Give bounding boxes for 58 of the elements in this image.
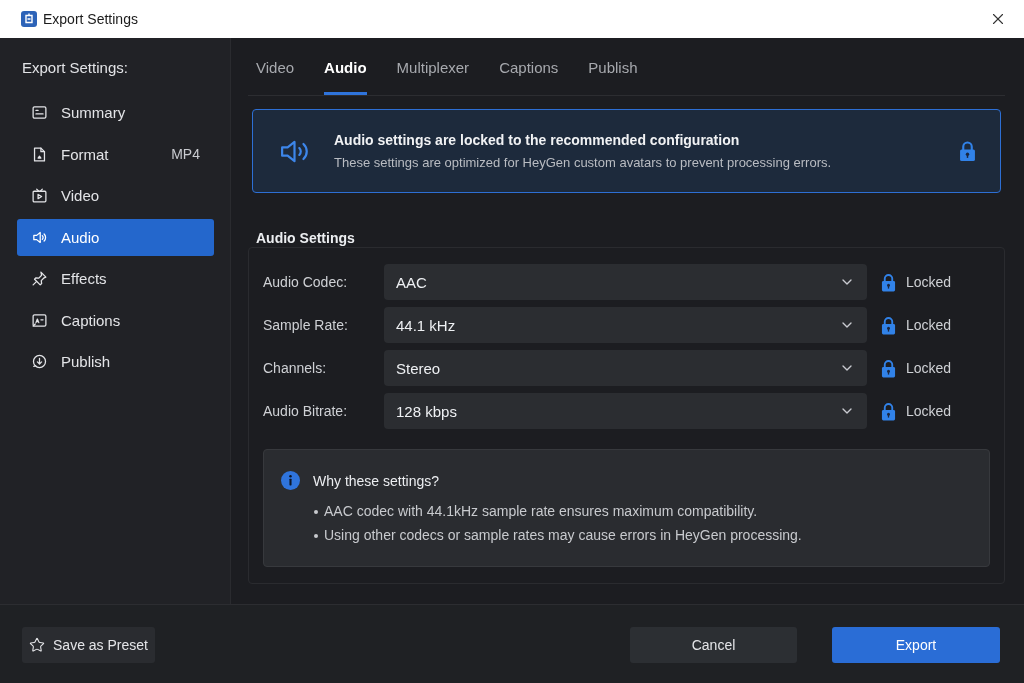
sidebar-item[interactable]: Format MP4: [17, 135, 214, 173]
status-text: Locked: [906, 403, 952, 419]
sidebar-item[interactable]: Captions: [17, 301, 214, 339]
status-text: Locked: [906, 274, 952, 290]
sidebar-item[interactable]: Video: [17, 177, 214, 214]
cancel-button[interactable]: Cancel: [630, 627, 797, 663]
tab[interactable]: Multiplexer: [396, 38, 470, 95]
info-title: Why these settings?: [313, 472, 440, 489]
sidebar-item-label: Publish: [61, 353, 112, 370]
field-label: Audio Codec:: [263, 274, 349, 290]
sidebar-item-label: Audio: [61, 228, 101, 246]
tab[interactable]: Audio: [324, 38, 367, 95]
lock-icon: [881, 315, 896, 335]
sidebar-item[interactable]: Effects: [17, 260, 214, 297]
section-title: Audio Settings: [256, 229, 355, 247]
sidebar-item[interactable]: Publish: [17, 343, 214, 380]
sidebar-item-label: Video: [61, 187, 101, 204]
caption-card-icon: [31, 311, 48, 329]
field-label: Audio Bitrate:: [263, 403, 349, 419]
info-icon: [281, 471, 300, 490]
field-label: Channels:: [263, 360, 328, 376]
sidebar-item-label: Summary: [61, 104, 127, 121]
export-button[interactable]: Export: [832, 627, 1000, 663]
sidebar-item[interactable]: Audio: [17, 218, 214, 256]
window-title: Export Settings: [43, 11, 139, 27]
star-icon: [29, 637, 46, 653]
dropdown[interactable]: 44.1 kHz: [384, 307, 867, 343]
sidebar-item[interactable]: Summary: [17, 94, 214, 131]
pin-icon: [31, 270, 48, 287]
bullet-text: AAC codec with 44.1kHz sample rate ensures maximum compatibility.: [324, 503, 758, 520]
bullet-icon: [314, 509, 318, 514]
status-text: Locked: [906, 317, 952, 333]
summary-card-icon: [31, 104, 48, 121]
sidebar-item-value: MP4: [171, 146, 200, 162]
tab[interactable]: Video: [256, 38, 295, 95]
dropdown[interactable]: 128 kbps: [384, 393, 867, 429]
sidebar-item-label: Effects: [61, 270, 108, 287]
lock-icon: [881, 401, 896, 421]
dropdown[interactable]: AAC: [384, 264, 867, 300]
banner-text: These settings are optimized for HeyGen custom avatars to prevent processing errors.: [334, 155, 833, 170]
save-preset-button[interactable]: Save as Preset: [22, 627, 155, 663]
app-logo-icon: [21, 11, 37, 27]
status-text: Locked: [906, 360, 952, 376]
sidebar-heading: Export Settings:: [22, 58, 129, 78]
field-label: Sample Rate:: [263, 317, 349, 333]
lock-icon: [881, 358, 896, 378]
file-icon: [31, 145, 48, 163]
tab[interactable]: Captions: [499, 38, 559, 95]
bullet-icon: [314, 533, 318, 538]
sidebar-item-label: Captions: [61, 311, 122, 329]
dropdown[interactable]: Stereo: [384, 350, 867, 386]
tab[interactable]: Publish: [588, 38, 638, 95]
lock-icon: [881, 272, 896, 292]
sidebar-item-label: Format: [61, 145, 110, 163]
bullet-text: Using other codecs or sample rates may cause errors in HeyGen processing.: [324, 527, 802, 544]
lock-icon: [959, 140, 976, 162]
tv-play-icon: [31, 187, 48, 204]
banner-title: Audio settings are locked to the recommended configuration: [334, 132, 741, 148]
